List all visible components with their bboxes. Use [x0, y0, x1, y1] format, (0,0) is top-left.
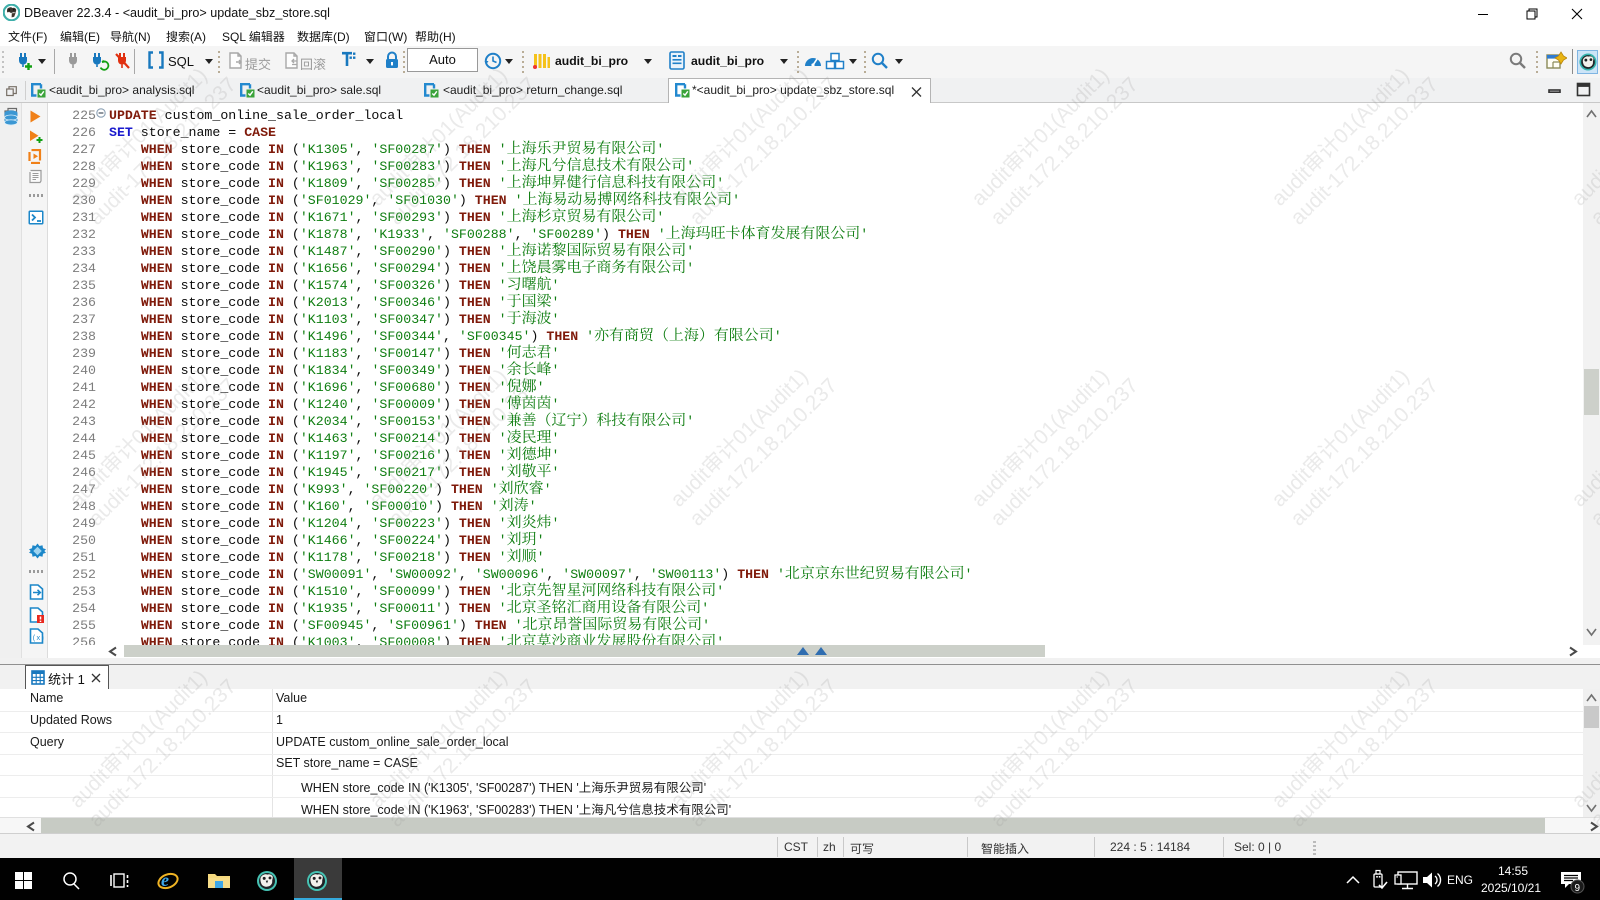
svg-text:e: e	[161, 870, 169, 890]
svg-text:(x): (x)	[32, 635, 44, 643]
svg-text:9: 9	[1575, 883, 1581, 894]
